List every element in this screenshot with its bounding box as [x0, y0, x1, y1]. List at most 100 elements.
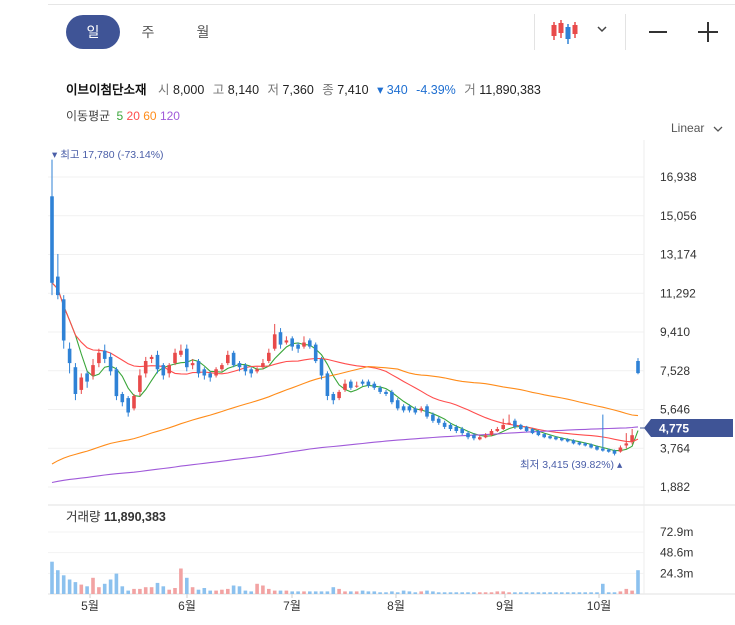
candle-body: [454, 426, 459, 431]
volume-bar: [120, 586, 125, 594]
volume-bar: [507, 592, 511, 594]
volume-bar: [595, 592, 599, 594]
volume-bar: [79, 584, 84, 594]
candle-body: [565, 439, 570, 442]
volume-bar: [489, 592, 494, 594]
candle-body: [255, 369, 259, 372]
volume-bar: [542, 592, 546, 594]
candle-body: [132, 396, 136, 409]
volume-bar: [390, 591, 394, 594]
volume-bar: [67, 579, 72, 594]
volume-bar: [460, 592, 464, 594]
candle-body: [612, 450, 617, 454]
volume-bar: [530, 592, 535, 594]
candle-body: [179, 350, 183, 355]
last-price-value: 4,775: [659, 422, 689, 436]
volume-bar: [284, 590, 289, 594]
candle-body: [108, 356, 113, 372]
candle-body: [226, 354, 230, 364]
volume-bar: [202, 588, 207, 594]
volume-bar: [519, 592, 523, 594]
volume-bar: [343, 591, 347, 594]
volume-bar: [395, 592, 400, 594]
candle-body: [483, 435, 488, 438]
volume-bar: [296, 591, 300, 594]
candle-body: [73, 367, 78, 394]
candle-body: [138, 375, 142, 392]
candle-body: [478, 437, 482, 440]
candle-body: [460, 429, 464, 434]
candle-body: [489, 431, 494, 436]
volume-bar: [354, 591, 359, 594]
candle-body: [325, 373, 330, 396]
candle-body: [513, 420, 517, 427]
ma-20-line: [51, 282, 639, 443]
volume-bar: [278, 590, 283, 594]
candle-body: [337, 391, 341, 399]
volume-bar: [325, 591, 330, 594]
candle-body: [343, 383, 347, 390]
candle-body: [384, 391, 388, 394]
volume-bar: [114, 573, 119, 594]
candle-body: [214, 369, 218, 376]
volume-bar: [478, 592, 482, 594]
candle-body: [390, 391, 394, 403]
candle-body: [618, 447, 623, 452]
price-tick-label: 15,056: [660, 209, 697, 223]
volume-bar: [589, 592, 593, 594]
volume-bar: [237, 586, 242, 594]
candle-body: [372, 383, 377, 388]
candle-body: [595, 446, 599, 450]
candle-body: [308, 340, 312, 347]
volume-bar: [97, 587, 101, 594]
x-axis-label: 6월: [178, 599, 196, 613]
volume-bar: [313, 591, 318, 594]
volume-bar: [413, 592, 418, 594]
volume-bar: [196, 589, 201, 594]
candle-body: [601, 448, 605, 451]
candle-body: [501, 424, 505, 429]
volume-bar: [173, 588, 177, 594]
volume-bar: [483, 592, 488, 594]
candle-body: [407, 406, 412, 411]
candle-body: [249, 369, 253, 374]
volume-bar: [56, 570, 60, 594]
volume-bar: [366, 591, 371, 594]
volume-bar: [442, 592, 447, 594]
candle-body: [284, 340, 289, 343]
candle-body: [425, 406, 429, 417]
candle-body: [583, 443, 587, 446]
candle-body: [91, 365, 95, 376]
volume-bar: [214, 590, 218, 594]
candle-body: [67, 348, 72, 364]
volume-bar: [565, 592, 570, 594]
candle-body: [606, 449, 611, 452]
x-axis-label: 8월: [387, 599, 405, 613]
candle-body: [419, 408, 423, 411]
volume-bar: [149, 587, 154, 594]
volume-bar: [436, 592, 441, 594]
candle-body: [79, 377, 84, 390]
candle-body: [360, 381, 365, 384]
volume-bar: [630, 590, 634, 594]
candle-body: [331, 394, 336, 401]
price-tick-label: 16,938: [660, 170, 697, 184]
volume-bar: [454, 592, 459, 594]
volume-bar: [179, 568, 183, 594]
volume-bar: [231, 585, 236, 594]
candle-body: [126, 398, 130, 413]
candle-body: [536, 431, 541, 436]
price-chart[interactable]: 16,938 15,056 13,174 11,292 9,410 7,528 5,646 3…: [0, 0, 735, 625]
candle-body: [519, 424, 523, 429]
volume-bar: [249, 591, 253, 594]
price-tick-label: 11,292: [660, 286, 696, 300]
volume-bar: [267, 588, 271, 594]
candle-body: [354, 385, 359, 387]
volume-bar: [495, 591, 500, 594]
volume-tick-label: 24.3m: [660, 566, 693, 580]
volume-bar: [167, 589, 171, 594]
price-tick-label: 13,174: [660, 248, 697, 262]
volume-panel-value: 11,890,383: [104, 510, 166, 524]
candle-body: [56, 276, 60, 296]
price-tick-label: 5,646: [660, 403, 690, 417]
